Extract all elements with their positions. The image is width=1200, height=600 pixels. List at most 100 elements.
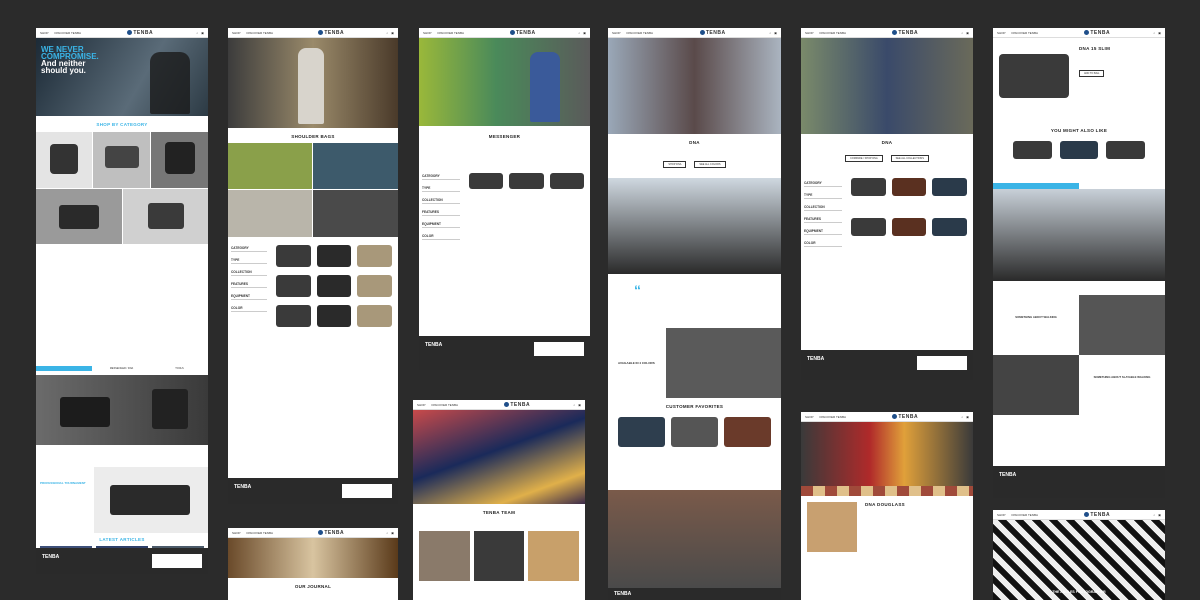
product-card[interactable]	[851, 218, 886, 244]
add-to-bag-button[interactable]: ADD TO BAG	[1079, 70, 1105, 77]
search-icon[interactable]: ⌕	[1153, 31, 1155, 35]
search-icon[interactable]: ⌕	[578, 31, 580, 35]
newsletter-input[interactable]	[917, 356, 967, 370]
search-icon[interactable]: ⌕	[961, 31, 963, 35]
filter-type[interactable]: TYPE	[804, 193, 842, 199]
product-card[interactable]	[357, 305, 392, 327]
cart-icon[interactable]: ▣	[201, 31, 204, 35]
nav-discover[interactable]: DISCOVER TENBA	[247, 531, 273, 535]
category-tile[interactable]	[36, 189, 122, 244]
product-card[interactable]	[276, 305, 311, 327]
filter-category[interactable]: CATEGORY	[422, 174, 460, 180]
nav-discover[interactable]: DISCOVER TENBA	[432, 403, 458, 407]
filter-color[interactable]: COLOR	[804, 241, 842, 247]
tenba-logo[interactable]: TENBA	[892, 30, 918, 36]
product-card[interactable]	[316, 305, 352, 327]
tenba-logo[interactable]: TENBA	[892, 414, 918, 420]
category-tile[interactable]	[93, 132, 150, 188]
cart-icon[interactable]: ▣	[578, 403, 581, 407]
product-card[interactable]	[1013, 141, 1052, 159]
nav-discover[interactable]: DISCOVER TENBA	[438, 31, 464, 35]
cart-icon[interactable]: ▣	[391, 531, 394, 535]
tenba-logo[interactable]: TENBA	[1084, 30, 1110, 36]
nav-shop[interactable]: SHOP	[612, 31, 621, 35]
tenba-logo[interactable]: TENBA	[504, 402, 530, 408]
product-card[interactable]	[357, 245, 392, 267]
filter-category[interactable]: CATEGORY	[804, 181, 842, 187]
nav-shop[interactable]: SHOP	[997, 513, 1006, 517]
nav-discover[interactable]: DISCOVER TENBA	[820, 31, 846, 35]
team-member-photo[interactable]	[419, 531, 470, 581]
filter-collection[interactable]: COLLECTION	[422, 198, 460, 204]
tenba-logo[interactable]: TENBA	[318, 30, 344, 36]
product-card[interactable]	[891, 178, 927, 204]
search-icon[interactable]: ⌕	[573, 403, 575, 407]
cart-icon[interactable]: ▣	[583, 31, 586, 35]
nav-shop[interactable]: SHOP	[232, 531, 241, 535]
category-tile[interactable]	[123, 189, 208, 244]
nav-shop[interactable]: SHOP	[423, 31, 432, 35]
filter-type[interactable]: TYPE	[422, 186, 460, 192]
filter-collection[interactable]: COLLECTION	[231, 270, 267, 276]
newsletter-input[interactable]	[534, 342, 584, 356]
search-icon[interactable]: ⌕	[961, 415, 963, 419]
nav-shop[interactable]: SHOP	[40, 31, 49, 35]
team-member-photo[interactable]	[473, 531, 525, 581]
nav-discover[interactable]: DISCOVER TENBA	[627, 31, 653, 35]
search-icon[interactable]: ⌕	[196, 31, 198, 35]
tab-tools[interactable]: TOOLS	[151, 366, 208, 371]
product-card[interactable]	[932, 178, 967, 204]
tab-messenger[interactable]: MESSENGER / DNA	[93, 366, 150, 371]
product-card[interactable]	[316, 245, 352, 267]
filter-equipment[interactable]: EQUIPMENT	[804, 229, 842, 235]
filter-type[interactable]: TYPE	[231, 258, 267, 264]
filter-color[interactable]: COLOR	[231, 306, 267, 312]
nav-discover[interactable]: DISCOVER TENBA	[247, 31, 273, 35]
filter-features[interactable]: FEATURES	[231, 282, 267, 288]
product-card[interactable]	[509, 173, 544, 235]
category-tile[interactable]	[36, 132, 92, 188]
search-icon[interactable]: ⌕	[386, 31, 388, 35]
nav-shop[interactable]: SHOP	[805, 31, 814, 35]
search-icon[interactable]: ⌕	[1153, 513, 1155, 517]
nav-shop[interactable]: SHOP	[232, 31, 241, 35]
tenba-logo[interactable]: TENBA	[127, 30, 153, 36]
tab-featured[interactable]	[36, 366, 92, 371]
product-card[interactable]	[276, 245, 311, 267]
nav-shop[interactable]: SHOP	[997, 31, 1006, 35]
cart-icon[interactable]: ▣	[1158, 31, 1161, 35]
cart-icon[interactable]: ▣	[391, 31, 394, 35]
cart-icon[interactable]: ▣	[774, 31, 777, 35]
filter-equipment[interactable]: EQUIPMENT	[231, 294, 267, 300]
see-all-collections-button[interactable]: SEE ALL COLLECTIONS	[890, 155, 929, 162]
product-card[interactable]	[276, 275, 311, 297]
tenba-logo[interactable]: TENBA	[318, 530, 344, 536]
nav-discover[interactable]: DISCOVER TENBA	[55, 31, 81, 35]
product-card[interactable]	[671, 417, 718, 447]
product-card[interactable]	[1059, 141, 1099, 159]
product-card[interactable]	[316, 275, 352, 297]
nav-discover[interactable]: DISCOVER TENBA	[1012, 31, 1038, 35]
filter-collection[interactable]: COLLECTION	[804, 205, 842, 211]
newsletter-input[interactable]	[342, 484, 392, 498]
filter-category[interactable]: CATEGORY	[231, 246, 267, 252]
newsletter-input[interactable]	[152, 554, 202, 568]
product-card[interactable]	[618, 417, 665, 447]
product-card[interactable]	[549, 173, 584, 235]
nav-shop[interactable]: SHOP	[805, 415, 814, 419]
product-card[interactable]	[469, 173, 504, 235]
cart-icon[interactable]: ▣	[966, 31, 969, 35]
nav-shop[interactable]: SHOP	[417, 403, 426, 407]
filter-features[interactable]: FEATURES	[422, 210, 460, 216]
cart-icon[interactable]: ▣	[1158, 513, 1161, 517]
compare-shop-button[interactable]: COMPARE / SHOP DNA	[845, 155, 883, 162]
cart-icon[interactable]: ▣	[966, 415, 969, 419]
team-member-photo[interactable]	[528, 531, 580, 581]
shop-dna-button[interactable]: SHOP DNA	[663, 161, 687, 168]
search-icon[interactable]: ⌕	[769, 31, 771, 35]
see-all-colors-button[interactable]: SEE ALL COLORS	[694, 161, 726, 168]
product-card[interactable]	[891, 218, 927, 244]
search-icon[interactable]: ⌕	[386, 531, 388, 535]
nav-discover[interactable]: DISCOVER TENBA	[820, 415, 846, 419]
product-card[interactable]	[932, 218, 967, 244]
